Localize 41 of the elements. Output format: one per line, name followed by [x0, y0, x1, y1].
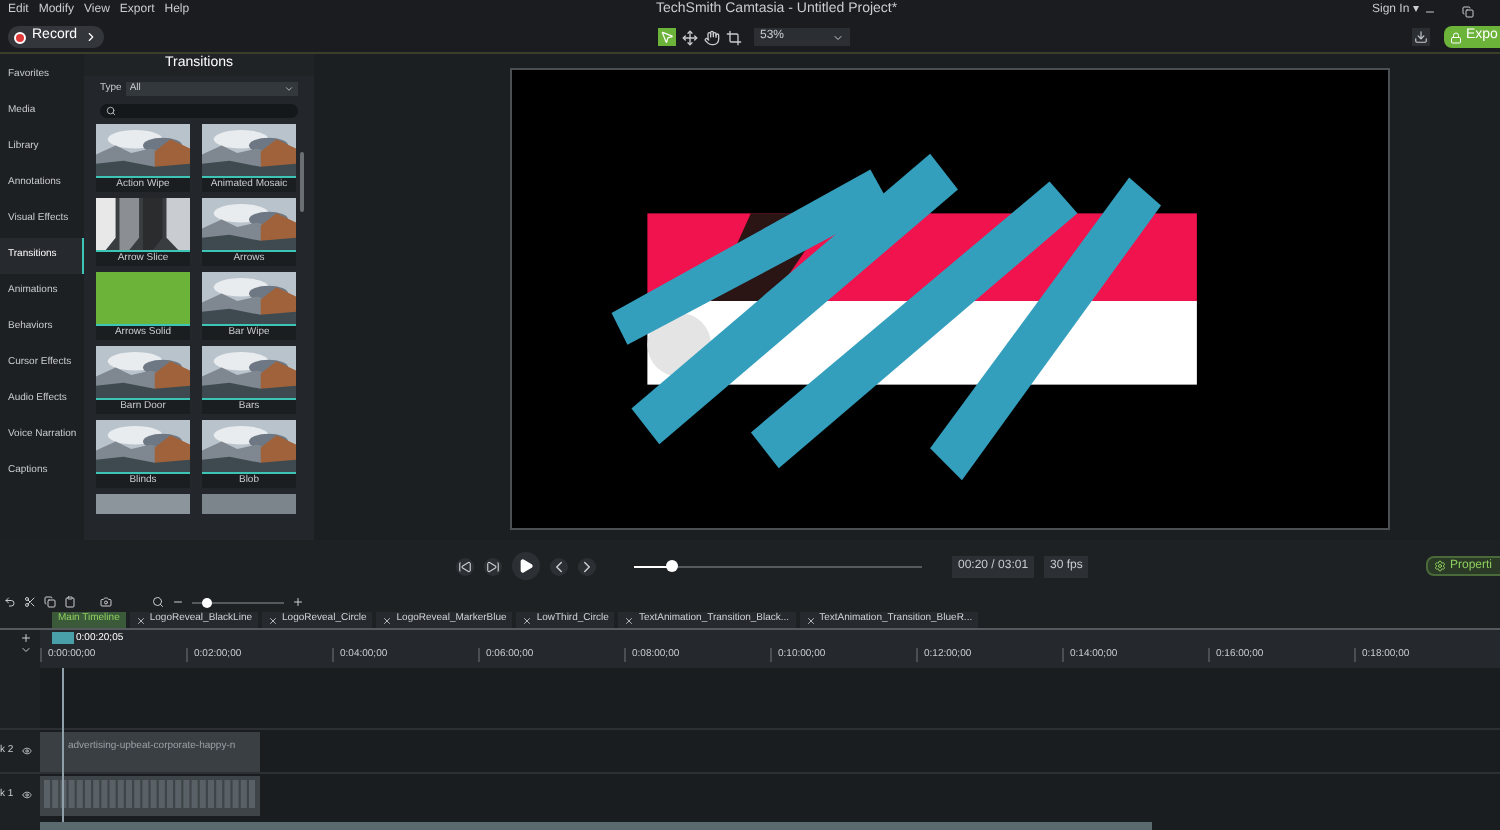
scrubber-handle[interactable]: [665, 559, 678, 571]
scrollbar[interactable]: [300, 151, 304, 211]
horizontal-scrollbar[interactable]: [40, 822, 1152, 830]
collapse-icon[interactable]: [20, 644, 32, 656]
minimize-icon[interactable]: [1424, 5, 1436, 17]
restore-icon[interactable]: [1462, 5, 1474, 17]
crop-icon[interactable]: [726, 29, 742, 45]
copy-icon[interactable]: [44, 596, 56, 608]
zoom-out-icon[interactable]: [172, 596, 184, 608]
previous-icon[interactable]: [550, 557, 568, 575]
move-icon[interactable]: [682, 29, 698, 45]
thumbnail: [202, 493, 296, 513]
download-icon[interactable]: [1412, 28, 1430, 46]
hand-icon[interactable]: [704, 29, 720, 45]
pointer-tool[interactable]: [658, 28, 676, 46]
skip-back-icon[interactable]: [456, 557, 474, 575]
paste-icon[interactable]: [64, 596, 76, 608]
playhead-handle[interactable]: [52, 632, 74, 644]
visibility-icon[interactable]: [22, 790, 32, 800]
zoom-handle[interactable]: [201, 597, 212, 607]
undo-icon[interactable]: [4, 596, 16, 608]
thumbnail: [96, 271, 190, 323]
caret-icon: [284, 84, 294, 95]
search-field[interactable]: [100, 103, 298, 117]
gear-icon: [1434, 560, 1446, 572]
skip-forward-icon[interactable]: [484, 557, 502, 575]
record-icon: [14, 31, 26, 43]
chevron-icon: [83, 30, 98, 44]
thumbnail: [96, 493, 190, 513]
zoom-in-icon[interactable]: [292, 596, 304, 608]
cut-icon[interactable]: [24, 596, 36, 608]
search-icon: [106, 105, 116, 115]
media-clip[interactable]: [40, 775, 260, 815]
caret-icon: [832, 31, 844, 43]
camera-icon[interactable]: [100, 596, 112, 608]
visibility-icon[interactable]: [22, 746, 32, 756]
play-icon[interactable]: [512, 552, 540, 580]
lock-icon: [1450, 31, 1462, 43]
add-track-icon[interactable]: [20, 632, 32, 644]
search-icon[interactable]: [152, 596, 164, 608]
next-icon[interactable]: [578, 557, 596, 575]
